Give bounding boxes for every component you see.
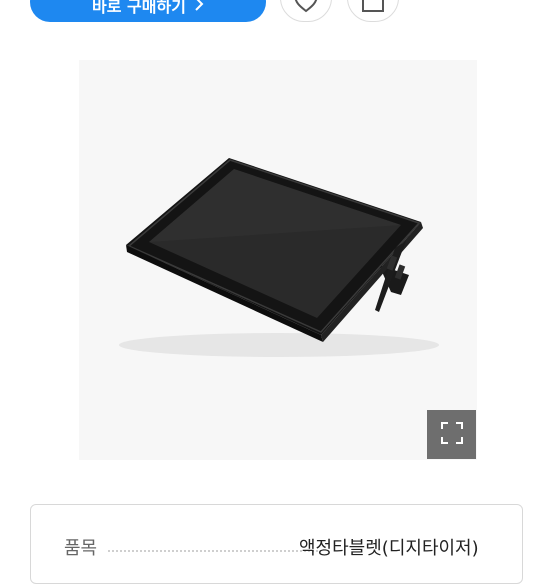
expand-image-button[interactable] — [427, 410, 476, 459]
spec-card: 품목 액정타블렛(디지타이저) — [30, 504, 523, 584]
favorite-button[interactable] — [280, 0, 332, 22]
share-icon — [360, 0, 386, 17]
spec-divider — [108, 550, 318, 552]
buy-now-label: 바로 구매하기 — [92, 0, 186, 16]
pen-display-tablet-image — [119, 158, 439, 357]
spec-row: 품목 액정타블렛(디지타이저) — [31, 537, 522, 561]
heart-icon — [291, 0, 321, 17]
share-button[interactable] — [347, 0, 399, 22]
buy-now-button[interactable]: 바로 구매하기 — [30, 0, 266, 22]
expand-icon — [440, 421, 464, 449]
spec-value: 액정타블렛(디지타이저) — [299, 538, 479, 559]
chevron-right-icon — [194, 0, 204, 15]
spec-key: 품목 — [64, 538, 98, 559]
product-image[interactable] — [79, 60, 477, 460]
